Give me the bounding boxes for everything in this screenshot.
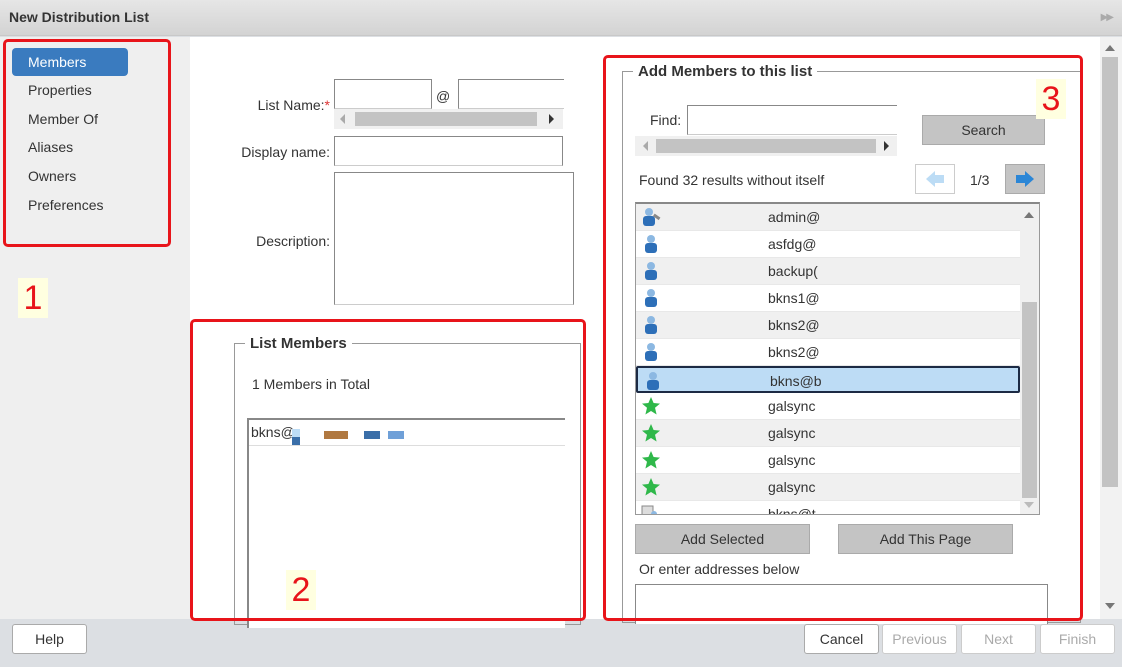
result-email: bkns@b [770, 373, 822, 389]
result-row[interactable]: bkns1@ [636, 285, 1020, 312]
arrow-left-icon [926, 171, 944, 187]
annotation-number-1: 1 [18, 278, 48, 318]
prev-page-button[interactable] [915, 164, 955, 194]
description-label: Description: [256, 233, 330, 249]
dialog-title: New Distribution List [9, 9, 149, 25]
result-email: galsync [768, 479, 816, 495]
scroll-left-icon[interactable] [340, 114, 345, 124]
result-email: bkns@t [768, 506, 816, 515]
result-email: admin@ [768, 209, 821, 225]
finish-button[interactable]: Finish [1040, 624, 1115, 654]
scroll-left-icon[interactable] [643, 141, 648, 151]
sidebar-nav: Members Properties Member Of Aliases Own… [0, 37, 190, 619]
result-email: backup( [768, 263, 818, 279]
star-icon [641, 450, 661, 470]
result-email: bkns2@ [768, 317, 820, 333]
add-members-legend: Add Members to this list [638, 63, 813, 80]
result-row[interactable]: bkns@b [636, 366, 1020, 393]
addresses-textarea[interactable] [635, 584, 1048, 624]
result-row[interactable]: bkns@t [636, 501, 1020, 515]
result-row[interactable]: bkns2@ [636, 339, 1020, 366]
user-icon [641, 342, 661, 362]
sidebar-item-members[interactable]: Members [12, 48, 128, 76]
scroll-down-icon[interactable] [1105, 603, 1115, 609]
results-list[interactable]: admin@ asfdg@ backup( bkns1@ bkns2@ bkns2@ bkn… [635, 202, 1040, 515]
user-icon [641, 315, 661, 335]
admin-user-icon [641, 207, 661, 227]
search-button[interactable]: Search [922, 115, 1045, 145]
scroll-down-icon[interactable] [1024, 502, 1034, 508]
scroll-right-icon[interactable] [884, 141, 889, 151]
scroll-right-icon[interactable] [549, 114, 554, 124]
find-scrollbar[interactable] [635, 136, 897, 156]
result-row[interactable]: bkns2@ [636, 312, 1020, 339]
display-name-input[interactable] [334, 136, 563, 166]
members-total-text: 1 Members in Total [252, 376, 371, 392]
result-row[interactable]: asfdg@ [636, 231, 1020, 258]
star-icon [641, 477, 661, 497]
user-icon [641, 261, 661, 281]
find-input[interactable] [687, 105, 897, 135]
sidebar-item-member-of[interactable]: Member Of [12, 105, 128, 133]
add-selected-button[interactable]: Add Selected [635, 524, 810, 554]
list-name-label: List Name:* [257, 97, 330, 113]
scroll-up-icon[interactable] [1024, 212, 1034, 218]
result-row[interactable]: admin@ [636, 204, 1020, 231]
list-name-input[interactable] [334, 79, 432, 109]
list-members-legend: List Members [250, 335, 347, 352]
scroll-up-icon[interactable] [1105, 45, 1115, 51]
help-button[interactable]: Help [12, 624, 87, 654]
sidebar-item-owners[interactable]: Owners [12, 162, 128, 190]
sidebar-item-aliases[interactable]: Aliases [12, 133, 128, 161]
result-row[interactable]: galsync [636, 393, 1020, 420]
find-label: Find: [650, 112, 682, 128]
previous-button[interactable]: Previous [882, 624, 957, 654]
result-email: galsync [768, 452, 816, 468]
results-scrollbar[interactable] [1020, 204, 1039, 514]
double-chevron-right-icon[interactable]: ▶▶ [1101, 12, 1114, 23]
title-bar: New Distribution List ▶▶ [0, 0, 1122, 36]
add-this-page-button[interactable]: Add This Page [838, 524, 1013, 554]
member-email: bkns@ [251, 424, 295, 440]
next-button[interactable]: Next [961, 624, 1036, 654]
arrow-right-icon [1016, 171, 1034, 187]
sidebar-item-preferences[interactable]: Preferences [12, 191, 128, 219]
result-row[interactable]: galsync [636, 447, 1020, 474]
description-textarea[interactable] [334, 172, 574, 305]
star-icon [641, 423, 661, 443]
result-email: galsync [768, 425, 816, 441]
next-page-button[interactable] [1005, 164, 1045, 194]
resource-icon [641, 504, 661, 514]
annotation-number-3: 3 [1036, 79, 1066, 119]
user-icon [643, 371, 663, 391]
results-count-text: Found 32 results without itself [639, 172, 825, 188]
result-row[interactable]: galsync [636, 474, 1020, 501]
display-name-label: Display name: [241, 144, 330, 160]
content-scrollbar[interactable] [1100, 37, 1122, 619]
star-icon [641, 396, 661, 416]
domain-input[interactable] [458, 79, 564, 109]
list-name-scrollbar[interactable] [334, 109, 563, 129]
at-sign: @ [436, 88, 451, 104]
cancel-button[interactable]: Cancel [804, 624, 879, 654]
result-email: galsync [768, 398, 816, 414]
result-row[interactable]: backup( [636, 258, 1020, 285]
result-row[interactable]: galsync [636, 420, 1020, 447]
main-content: List Name:* @ Display name: Description:… [190, 37, 1100, 628]
enter-addresses-label: Or enter addresses below [639, 561, 800, 577]
result-email: asfdg@ [768, 236, 817, 252]
user-icon [641, 288, 661, 308]
page-indicator: 1/3 [970, 172, 990, 188]
user-icon [641, 234, 661, 254]
annotation-number-2: 2 [286, 570, 316, 610]
result-email: bkns1@ [768, 290, 820, 306]
result-email: bkns2@ [768, 344, 820, 360]
sidebar-item-properties[interactable]: Properties [12, 76, 128, 104]
